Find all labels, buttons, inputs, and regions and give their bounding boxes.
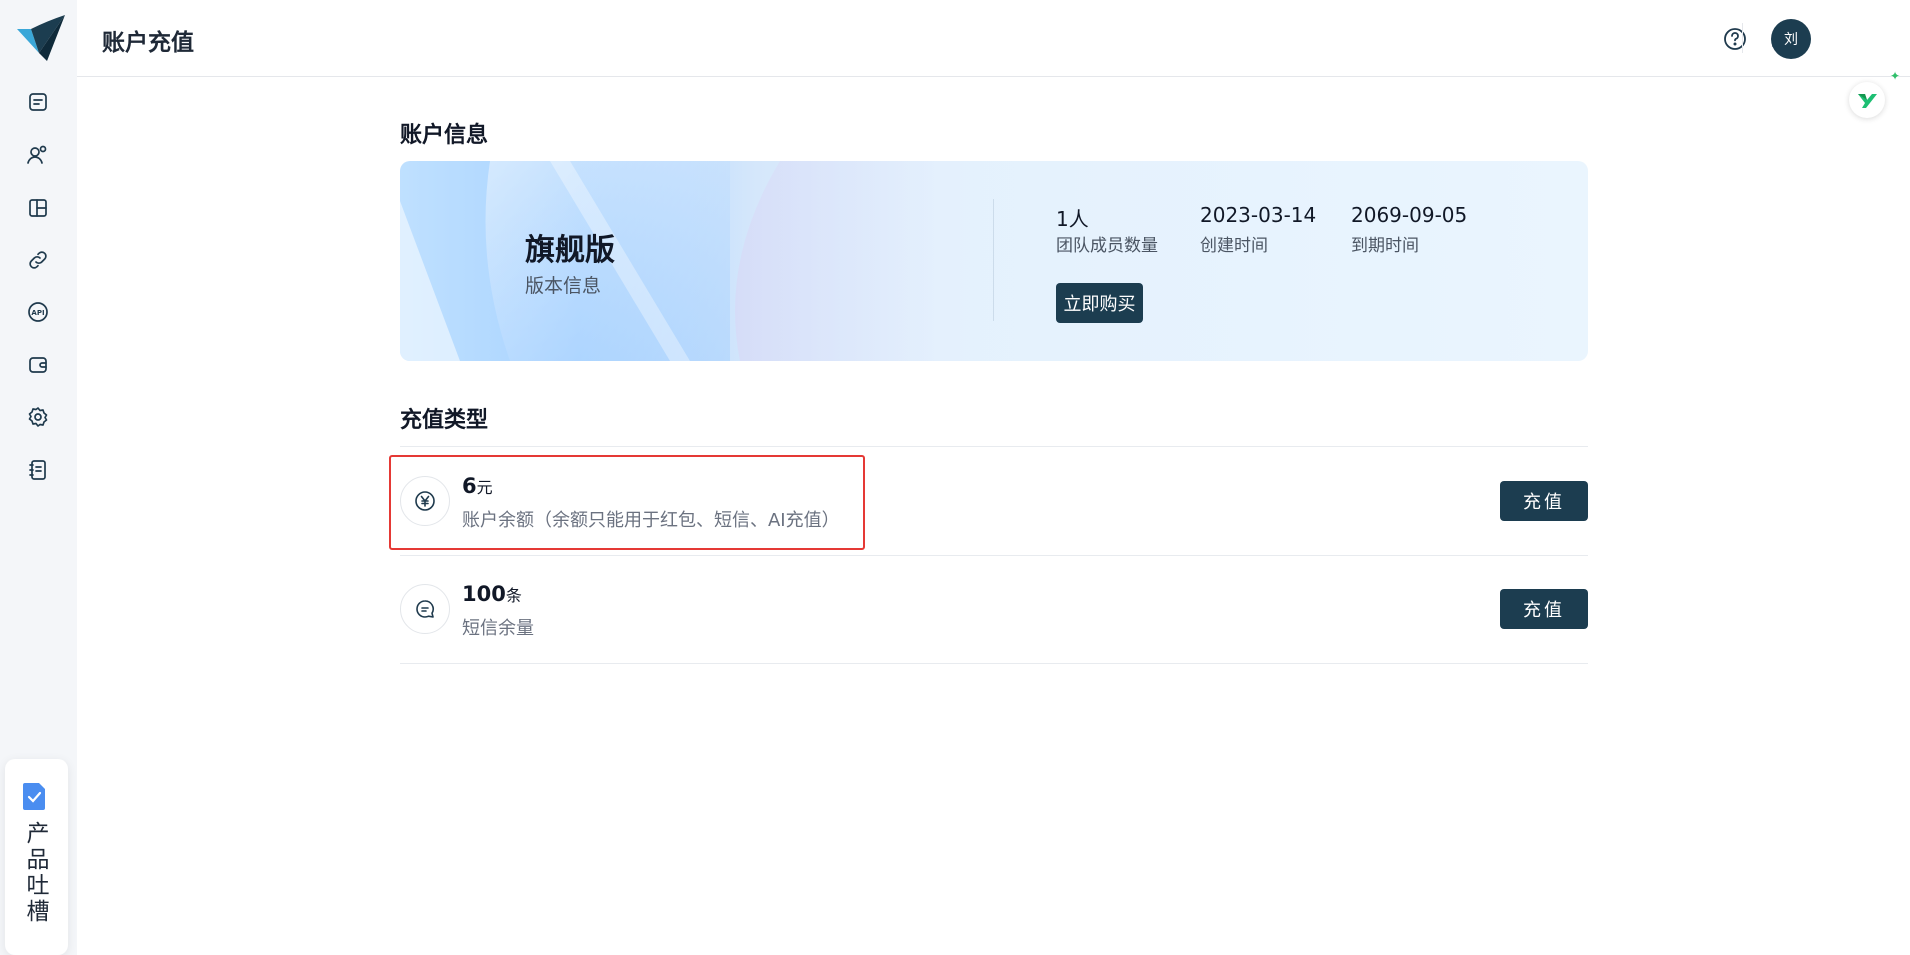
top-header: 账户充值 — [77, 0, 1910, 77]
sidebar: API 产品吐槽 — [0, 0, 77, 955]
nav-wallet-icon[interactable] — [25, 352, 51, 378]
feedback-label: 产品吐槽 — [26, 821, 50, 925]
account-info-title: 账户信息 — [400, 123, 489, 148]
divider — [400, 663, 1588, 664]
sms-amount: 100条 — [462, 582, 522, 606]
sparkle-icon: ✦ — [1890, 69, 1901, 83]
nav-notebook-icon[interactable] — [25, 457, 51, 483]
assistant-badge[interactable] — [1849, 82, 1885, 118]
brand-y-icon — [1858, 94, 1877, 108]
sms-description: 短信余量 — [462, 618, 534, 639]
plan-card: 旗舰版 版本信息 1人 团队成员数量 2023-03-14 创建时间 2069-… — [400, 161, 1588, 361]
card-divider — [993, 199, 994, 321]
svg-text:API: API — [31, 309, 44, 317]
nav-api-icon[interactable]: API — [25, 299, 51, 325]
expiry-date-label: 到期时间 — [1351, 236, 1419, 256]
sms-unit: 条 — [505, 586, 522, 605]
sms-value: 100 — [462, 582, 506, 606]
page-title: 账户充值 — [102, 30, 194, 56]
yen-icon — [400, 476, 450, 526]
divider — [400, 446, 1588, 447]
recharge-sms-button[interactable]: 充值 — [1500, 589, 1588, 629]
expiry-date-value: 2069-09-05 — [1351, 203, 1468, 227]
team-size-value: 1人 — [1056, 207, 1089, 231]
nav-messages-icon[interactable] — [25, 89, 51, 115]
balance-value: 6 — [462, 474, 477, 498]
app-logo[interactable] — [17, 15, 65, 61]
highlight-box — [389, 455, 865, 550]
created-date-label: 创建时间 — [1200, 236, 1268, 256]
recharge-type-title: 充值类型 — [400, 408, 489, 433]
balance-description: 账户余额（余额只能用于红包、短信、AI充值） — [462, 510, 840, 531]
checklist-icon — [23, 783, 45, 810]
card-decoration — [400, 161, 1000, 361]
nav-layout-icon[interactable] — [25, 195, 51, 221]
buy-now-button[interactable]: 立即购买 — [1056, 283, 1143, 323]
help-icon[interactable] — [1721, 25, 1749, 53]
team-size-label: 团队成员数量 — [1056, 236, 1158, 256]
nav-settings-icon[interactable] — [25, 404, 51, 430]
message-circle-icon — [400, 584, 450, 634]
created-date-value: 2023-03-14 — [1200, 203, 1317, 227]
plan-subtitle: 版本信息 — [525, 275, 602, 297]
nav-link-icon[interactable] — [25, 247, 51, 273]
nav-users-icon[interactable] — [25, 142, 51, 168]
user-avatar[interactable]: 刘 — [1771, 19, 1811, 59]
plan-name: 旗舰版 — [525, 233, 615, 268]
recharge-balance-button[interactable]: 充值 — [1500, 481, 1588, 521]
balance-unit: 元 — [476, 478, 493, 497]
balance-amount: 6元 — [462, 474, 493, 498]
header-divider — [1742, 23, 1743, 53]
divider — [400, 555, 1588, 556]
feedback-button[interactable]: 产品吐槽 — [5, 759, 68, 955]
